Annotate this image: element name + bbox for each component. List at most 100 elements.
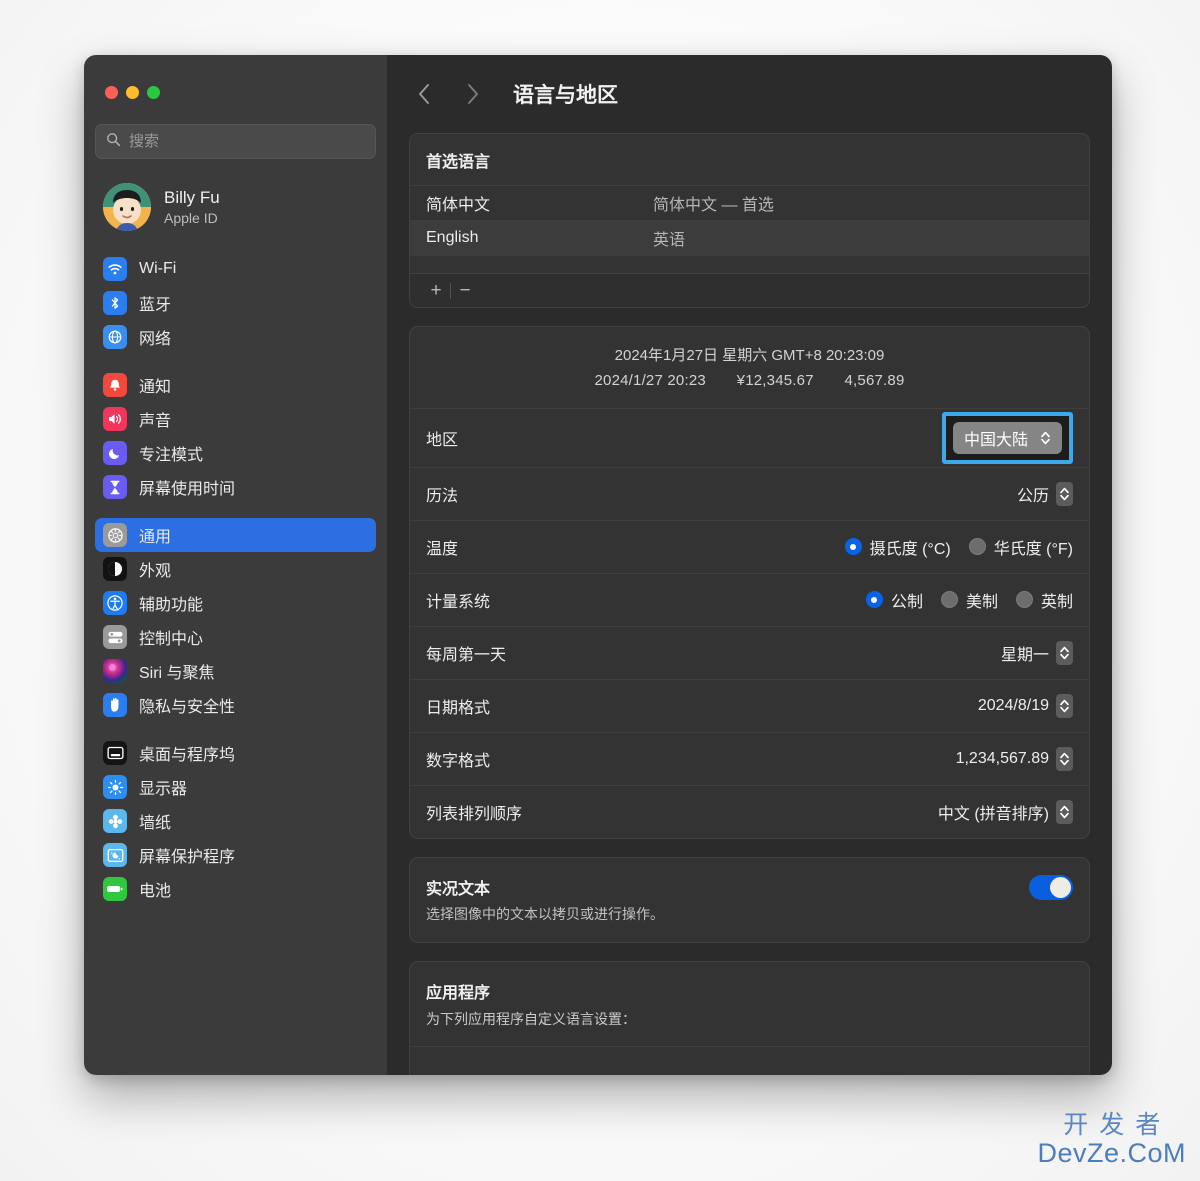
number-format-popup-button[interactable]: 1,234,567.89 [955,746,1073,771]
page-title: 语言与地区 [513,84,618,107]
sidebar-item-siri-spotlight[interactable]: Siri 与聚焦 [95,654,376,688]
search-icon [106,132,121,152]
live-text-texts: 实况文本 选择图像中的文本以拷贝或进行操作。 [426,875,664,924]
remove-language-button[interactable]: − [451,278,479,304]
moon-icon [103,441,127,465]
sidebar-item-label: 声音 [139,413,172,430]
language-list-controls: + − [410,273,1089,307]
close-button[interactable] [105,86,118,99]
language-name: 简体中文 [426,197,491,214]
sidebar-item-appearance[interactable]: 外观 [95,552,376,586]
sidebar-item-label: 通知 [139,379,172,396]
sidebar-group-system: 通知 声音 专注模式 屏幕使用时间 [95,368,376,504]
live-text-subtitle: 选择图像中的文本以拷贝或进行操作。 [426,905,664,922]
measurement-option-us[interactable]: 美制 [940,588,998,612]
applications-header: 应用程序 为下列应用程序自定义语言设置： [410,962,1089,1046]
temperature-label: 温度 [426,540,459,558]
first-day-of-week-row: 每周第一天 星期一 [410,625,1089,679]
forward-button[interactable] [457,79,487,109]
language-row[interactable]: 简体中文 简体中文 — 首选 [410,185,1089,220]
content-toolbar: 语言与地区 [387,55,1112,133]
sidebar-item-battery[interactable]: 电池 [95,872,376,906]
applications-subtitle: 为下列应用程序自定义语言设置： [426,1010,636,1027]
sidebar-item-label: 隐私与安全性 [139,699,236,716]
applications-title: 应用程序 [426,984,491,1002]
minimize-button[interactable] [126,86,139,99]
sidebar-item-label: 辅助功能 [139,597,204,614]
account-subtitle: Apple ID [164,210,218,226]
region-formats-card: 2024年1月27日 星期六 GMT+8 20:23:09 2024/1/27 … [409,326,1090,839]
apple-id-account-row[interactable]: Billy Fu Apple ID [95,176,376,238]
measurement-label: 计量系统 [426,593,491,611]
control-center-icon [103,625,127,649]
sort-order-popup-button[interactable]: 中文 (拼音排序) [937,799,1073,824]
temperature-row: 温度 摄氏度 (°C) 华氏度 (°F) [410,519,1089,573]
sidebar-item-wallpaper[interactable]: 墙纸 [95,804,376,838]
sidebar-item-label: 桌面与程序坞 [139,747,236,764]
chevron-updown-icon [1056,481,1073,506]
speaker-icon [103,407,127,431]
preview-currency: ¥12,345.67 [736,371,814,389]
radio-button[interactable] [844,538,862,555]
calendar-label: 历法 [426,487,459,505]
date-format-label: 日期格式 [426,699,491,717]
search-input[interactable] [129,133,365,150]
chevron-updown-icon [1056,799,1073,824]
option-label: 摄氏度 (°C) [869,540,951,558]
live-text-title: 实况文本 [426,880,491,898]
region-value: 中国大陆 [963,431,1028,449]
date-format-value: 2024/8/19 [977,696,1049,714]
applications-list[interactable] [410,1045,1089,1076]
language-list-filler [410,255,1089,273]
preview-datetime: 2024年1月27日 星期六 GMT+8 20:23:09 [614,347,885,364]
sidebar-item-control-center[interactable]: 控制中心 [95,620,376,654]
sidebar-item-screensaver[interactable]: 屏幕保护程序 [95,838,376,872]
temperature-option-fahrenheit[interactable]: 华氏度 (°F) [968,535,1073,559]
radio-button[interactable] [968,538,986,555]
number-format-value: 1,234,567.89 [955,749,1049,767]
live-text-toggle[interactable] [1029,874,1073,900]
radio-button[interactable] [1015,591,1033,608]
sidebar-item-label: 通用 [139,529,172,546]
language-description: 英语 [653,232,686,249]
sidebar-item-label: 外观 [139,563,172,580]
back-button[interactable] [409,79,439,109]
radio-button[interactable] [865,591,883,608]
sidebar-item-sound[interactable]: 声音 [95,402,376,436]
sort-order-value: 中文 (拼音排序) [937,805,1049,823]
search-field[interactable] [95,124,376,159]
sidebar-item-wifi[interactable]: Wi-Fi [95,252,376,286]
region-popup-button[interactable]: 中国大陆 [952,421,1062,454]
sidebar-item-network[interactable]: 网络 [95,320,376,354]
sort-order-label: 列表排列顺序 [426,805,523,823]
measurement-option-uk[interactable]: 英制 [1015,588,1073,612]
language-row[interactable]: English 英语 [410,220,1089,255]
calendar-popup-button[interactable]: 公历 [1017,481,1073,506]
measurement-option-metric[interactable]: 公制 [865,588,923,612]
zoom-button[interactable] [147,86,160,99]
temperature-option-celsius[interactable]: 摄氏度 (°C) [844,535,951,559]
sidebar-item-general[interactable]: 通用 [95,518,376,552]
sidebar-item-label: Siri 与聚焦 [139,665,215,682]
add-language-button[interactable]: + [422,278,450,304]
sidebar-item-focus[interactable]: 专注模式 [95,436,376,470]
sidebar-item-screen-time[interactable]: 屏幕使用时间 [95,470,376,504]
date-format-popup-button[interactable]: 2024/8/19 [977,693,1073,718]
account-name: Billy Fu [164,188,220,207]
sidebar-item-accessibility[interactable]: 辅助功能 [95,586,376,620]
system-settings-window: Billy Fu Apple ID Wi-Fi [84,55,1112,1075]
first-day-popup-button[interactable]: 星期一 [1000,640,1073,665]
sidebar: Billy Fu Apple ID Wi-Fi [84,55,387,1075]
gear-icon [103,523,127,547]
sidebar-item-desktop-dock[interactable]: 桌面与程序坞 [95,736,376,770]
sidebar-item-notifications[interactable]: 通知 [95,368,376,402]
content-pane: 语言与地区 首选语言 简体中文 简体中文 — 首选 English 英语 + − [387,55,1112,1075]
first-day-value: 星期一 [1000,646,1049,664]
sidebar-item-displays[interactable]: 显示器 [95,770,376,804]
chevron-updown-icon [1056,640,1073,665]
radio-button[interactable] [940,591,958,608]
screensaver-icon [103,843,127,867]
sidebar-group-network: Wi-Fi 蓝牙 网络 [95,252,376,354]
sidebar-item-bluetooth[interactable]: 蓝牙 [95,286,376,320]
sidebar-item-privacy-security[interactable]: 隐私与安全性 [95,688,376,722]
